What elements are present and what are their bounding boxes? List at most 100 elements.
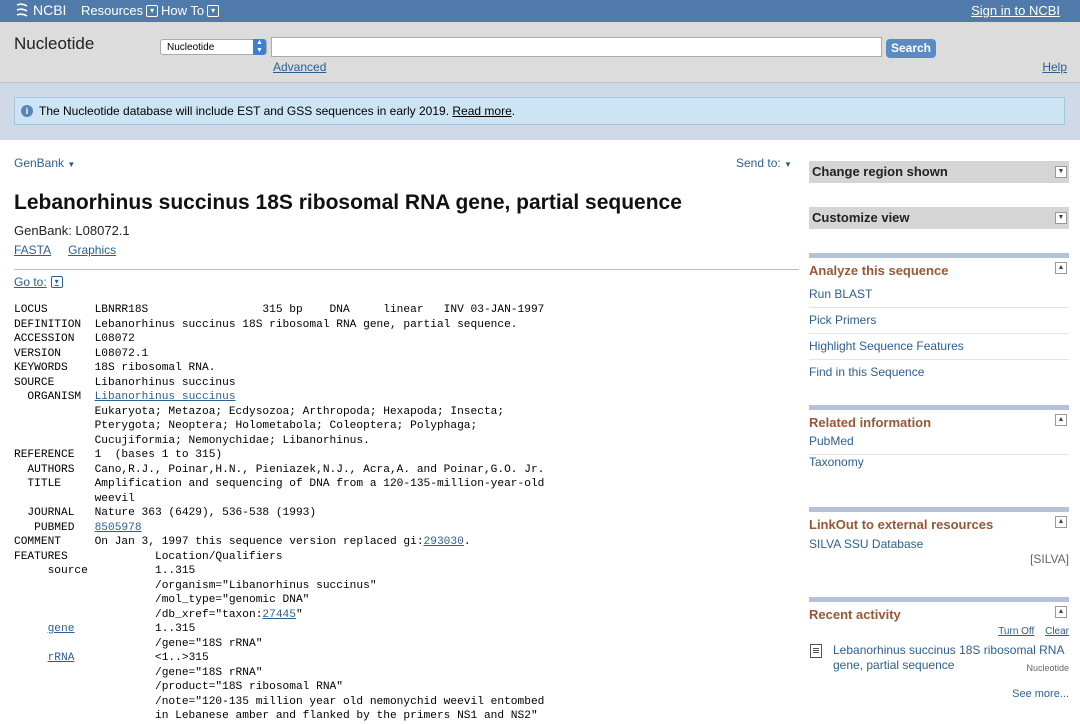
see-more-link[interactable]: See more... [809, 688, 1069, 700]
recent-item[interactable]: Lebanorhinus succinus 18S ribosomal RNA … [809, 643, 1069, 676]
pick-primers-link[interactable]: Pick Primers [809, 308, 1069, 334]
taxonomy-line: Eukaryota; Metazoa; Ecdysozoa; Arthropod… [14, 405, 505, 418]
silva-tag: [SILVA] [1030, 552, 1069, 566]
accession-record-line: ACCESSION L08072 [14, 333, 135, 345]
rrna-location: <1..>315 [74, 652, 209, 664]
expand-icon[interactable]: ▼ [1055, 166, 1067, 178]
qualifier-line: in Lebanese amber and flanked by the pri… [14, 710, 538, 722]
taxonomy-line: Pterygota; Neoptera; Holometabola; Coleo… [14, 420, 478, 432]
fasta-link[interactable]: FASTA [14, 243, 51, 257]
taxon-link[interactable]: 27445 [262, 609, 296, 621]
related-heading: Related information [809, 415, 932, 430]
run-blast-link[interactable]: Run BLAST [809, 282, 1069, 308]
howto-menu[interactable]: How To ▾ [161, 3, 220, 18]
accession-line: GenBank: L08072.1 [14, 223, 130, 238]
customize-view-label: Customize view [812, 210, 910, 225]
keywords-line: KEYWORDS 18S ribosomal RNA. [14, 362, 216, 374]
search-bar: Nucleotide Nucleotide ▲ ▼ Search Advanced… [0, 22, 1080, 83]
send-to-menu[interactable]: Send to: ▼ [736, 156, 792, 170]
send-to-label: Send to: [736, 156, 781, 170]
silva-link[interactable]: SILVA SSU Database [809, 536, 1069, 552]
qualifier-line: /db_xref="taxon: [14, 608, 263, 621]
search-button[interactable]: Search [886, 39, 936, 58]
go-to-menu[interactable]: Go to: ▾ [14, 275, 63, 289]
advanced-search-link[interactable]: Advanced [273, 60, 326, 74]
recent-controls: Turn Off Clear [809, 626, 1069, 637]
recent-heading: Recent activity [809, 607, 901, 622]
ncbi-logo-icon [16, 3, 28, 17]
source-line: SOURCE Libanorhinus succinus [14, 376, 236, 389]
recent-activity-portlet: Recent activity ▲ Turn Off Clear Lebanor… [809, 597, 1069, 700]
qualifier-line: /gene="18S rRNA" [14, 637, 263, 650]
qualifier-line: /note="120-135 million year old nemonych… [14, 695, 545, 708]
gene-feature-link[interactable]: gene [48, 623, 75, 635]
qualifier-line: /product="18S ribosomal RNA" [14, 681, 343, 693]
title-line: TITLE Amplification and sequencing of DN… [14, 478, 545, 490]
locus-line: LOCUS LBNRR18S 315 bp DNA linear INV 03-… [14, 304, 545, 316]
select-arrows-icon: ▲ ▼ [253, 39, 266, 55]
organism-link[interactable]: Libanorhinus succinus [95, 391, 236, 403]
collapse-icon[interactable]: ▲ [1055, 414, 1067, 426]
pubmed-label: PUBMED [14, 521, 95, 534]
collapse-icon[interactable]: ▲ [1055, 606, 1067, 618]
record-title: Lebanorhinus succinus 18S ribosomal RNA … [14, 191, 682, 214]
comment-end: . [463, 536, 471, 548]
gi-link[interactable]: 293030 [424, 536, 464, 548]
notice-end: . [511, 104, 516, 118]
help-link[interactable]: Help [1042, 60, 1067, 74]
qualifier-line: /mol_type="genomic DNA" [14, 594, 310, 606]
taxonomy-link[interactable]: Taxonomy [809, 455, 1069, 480]
database-select-value: Nucleotide [167, 42, 215, 53]
read-more-link[interactable]: Read more [452, 104, 511, 118]
collapse-icon[interactable]: ▲ [1055, 516, 1067, 528]
search-input[interactable] [271, 37, 882, 57]
genbank-record: LOCUS LBNRR18S 315 bp DNA linear INV 03-… [14, 303, 544, 724]
notice-message: i The Nucleotide database will include E… [14, 97, 1065, 125]
highlight-features-link[interactable]: Highlight Sequence Features [809, 334, 1069, 360]
ncbi-header-bar: NCBI Resources ▾ How To ▾ Sign in to NCB… [0, 0, 1080, 22]
go-to-label: Go to: [14, 275, 47, 289]
notice-bar: i The Nucleotide database will include E… [0, 83, 1080, 140]
authors-line: AUTHORS Cano,R.J., Poinar,H.N., Pieniaze… [14, 463, 545, 476]
rrna-feature-link[interactable]: rRNA [48, 652, 75, 664]
analyze-sequence-portlet: Analyze this sequence ▲ Run BLAST Pick P… [809, 253, 1069, 385]
document-icon [810, 644, 822, 658]
collapse-icon[interactable]: ▲ [1055, 262, 1067, 274]
format-label: GenBank [14, 156, 65, 170]
find-in-sequence-link[interactable]: Find in this Sequence [809, 360, 1069, 385]
header-divider [14, 269, 799, 270]
organism-label: ORGANISM [14, 391, 95, 403]
taxonomy-line: Cucujiformia; Nemonychidae; Libanorhinus… [14, 434, 370, 447]
resources-menu[interactable]: Resources ▾ [81, 3, 159, 18]
database-title: Nucleotide [14, 34, 95, 53]
clear-link[interactable]: Clear [1045, 626, 1069, 637]
pubmed-link[interactable]: PubMed [809, 434, 1069, 455]
caret-down-icon: ▼ [784, 160, 792, 169]
turn-off-link[interactable]: Turn Off [998, 626, 1034, 637]
chevron-down-icon: ▾ [146, 4, 159, 17]
chevron-down-icon: ▾ [50, 276, 63, 288]
feature-source-line: source 1..315 [14, 565, 196, 577]
format-links: FASTA Graphics [14, 243, 116, 257]
chevron-down-icon: ▾ [207, 4, 220, 17]
info-icon: i [21, 105, 33, 117]
sign-in-link[interactable]: Sign in to NCBI [971, 3, 1060, 18]
database-select[interactable]: Nucleotide ▲ ▼ [160, 39, 267, 55]
pubmed-id-link[interactable]: 8505978 [95, 522, 142, 534]
qualifier-line: /organism="Libanorhinus succinus" [14, 579, 377, 592]
ncbi-logo[interactable]: NCBI [14, 2, 66, 18]
linkout-portlet: LinkOut to external resources ▲ SILVA SS… [809, 507, 1069, 566]
graphics-link[interactable]: Graphics [68, 243, 116, 257]
features-line: FEATURES Location/Qualifiers [14, 550, 283, 563]
ncbi-logo-text: NCBI [33, 2, 67, 18]
customize-view-toggle[interactable]: Customize view ▼ [809, 207, 1069, 229]
notice-text: The Nucleotide database will include EST… [39, 104, 450, 118]
version-line: VERSION L08072.1 [14, 347, 149, 360]
journal-line: JOURNAL Nature 363 (6429), 536-538 (1993… [14, 507, 317, 519]
format-menu[interactable]: GenBank ▼ [14, 156, 75, 170]
change-region-toggle[interactable]: Change region shown ▼ [809, 161, 1069, 183]
title-line: weevil [14, 492, 135, 505]
expand-icon[interactable]: ▼ [1055, 212, 1067, 224]
